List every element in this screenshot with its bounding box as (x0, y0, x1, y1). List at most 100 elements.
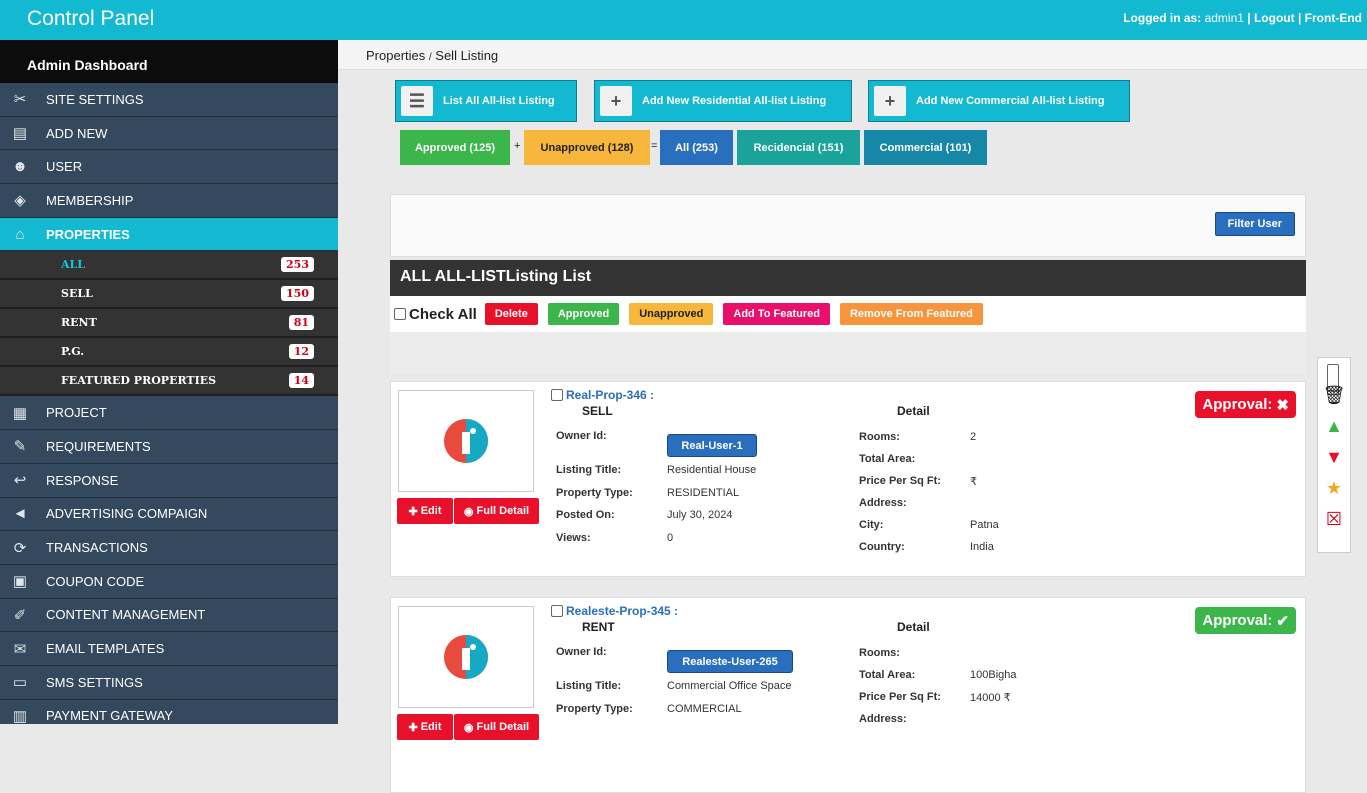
remove-featured-button[interactable]: Remove From Featured (839, 303, 983, 325)
filter-panel: Filter User (390, 194, 1306, 257)
commercial-stat-button[interactable]: Commercial (101) (864, 130, 987, 165)
email-icon: ✉ (13, 640, 27, 658)
sidebar-subitem-all[interactable]: ALL 253 (0, 251, 338, 281)
address-label: Address: (859, 497, 907, 509)
sidebar-item-site-settings[interactable]: ✂ SITE SETTINGS (0, 83, 338, 117)
unfeature-icon[interactable]: ☒ (1326, 510, 1342, 541)
sidebar-item-payment[interactable]: ▥ PAYMENT GATEWAY (0, 700, 338, 724)
home-icon: ⌂ (15, 225, 25, 243)
top-bar: Control Panel Logged in as: admin1 | Log… (0, 0, 1367, 40)
separator: | (1297, 11, 1302, 25)
listing-thumbnail[interactable] (398, 606, 534, 708)
approval-badge[interactable]: Approval: ✔ (1195, 607, 1296, 634)
rooms-label: Rooms: (859, 647, 900, 659)
list-all-button[interactable]: ☰ List All All-list Listing (395, 80, 577, 122)
sidebar-item-label: ADVERTISING COMPAIGN (46, 506, 208, 522)
listing-checkbox[interactable] (551, 389, 563, 401)
all-stat-button[interactable]: All (253) (660, 130, 733, 165)
sidebar-header[interactable]: Admin Dashboard (0, 40, 338, 83)
sidebar-item-coupon[interactable]: ▣ COUPON CODE (0, 565, 338, 599)
unapproved-stat-button[interactable]: Unapproved (128) (524, 130, 650, 165)
sidebar-item-user[interactable]: ☻ USER (0, 150, 338, 185)
user-edit-icon: ✚ (408, 505, 418, 518)
sidebar-item-content[interactable]: ✐ CONTENT MANAGEMENT (0, 599, 338, 633)
sidebar-item-advertising[interactable]: ◄ ADVERTISING COMPAIGN (0, 498, 338, 532)
unapproved-button[interactable]: Unapproved (629, 303, 714, 325)
listing-thumbnail[interactable] (398, 390, 534, 492)
sidebar-item-label: COUPON CODE (46, 573, 145, 589)
city-label: City: (859, 519, 884, 531)
edit-label: Edit (420, 721, 442, 733)
select-checkbox[interactable] (1326, 364, 1342, 395)
sidebar-item-transactions[interactable]: ⟳ TRANSACTIONS (0, 531, 338, 565)
thumbs-down-icon[interactable]: ▼ (1325, 448, 1343, 479)
owner-id-label: Owner Id: (556, 646, 607, 658)
edit-button[interactable]: ✚ Edit (397, 498, 453, 524)
add-file-icon: ▤ (12, 125, 28, 143)
sidebar-item-sms[interactable]: ▭ SMS SETTINGS (0, 666, 338, 700)
thumbs-up-icon[interactable]: ▲ (1325, 417, 1343, 448)
listing-title-value: Residential House (667, 464, 757, 476)
listing-type: RENT (582, 620, 615, 634)
approval-label: Approval: (1202, 612, 1273, 629)
app-title: Control Panel (27, 7, 155, 30)
sidebar-item-requirements[interactable]: ✎ REQUIREMENTS (0, 430, 338, 464)
payment-icon: ▥ (12, 707, 28, 724)
sidebar-item-label: PROJECT (46, 405, 107, 421)
residential-stat-button[interactable]: Recidencial (151) (737, 130, 860, 165)
sidebar-subitem-featured[interactable]: FEATURED PROPERTIES 14 (0, 367, 338, 397)
approved-button[interactable]: Approved (547, 303, 620, 325)
rooms-label: Rooms: (859, 431, 900, 443)
sidebar-item-add-new[interactable]: ▤ ADD NEW (0, 117, 338, 151)
owner-button[interactable]: Realeste-User-265 (667, 650, 793, 673)
add-residential-button[interactable]: + Add New Residential All-list Listing (594, 80, 852, 122)
sidebar-item-properties[interactable]: ⌂ PROPERTIES (0, 217, 338, 252)
sidebar-item-membership[interactable]: ◈ MEMBERSHIP (0, 184, 338, 218)
check-all[interactable]: Check All (394, 306, 477, 323)
trash-icon[interactable]: 🗑 (1323, 386, 1346, 417)
sidebar-item-label: SMS SETTINGS (46, 674, 143, 690)
sidebar-subitem-sell[interactable]: SELL 150 (0, 280, 338, 310)
owner-button[interactable]: Real-User-1 (667, 434, 757, 457)
add-residential-label: Add New Residential All-list Listing (642, 95, 827, 107)
sidebar-item-project[interactable]: ▦ PROJECT (0, 396, 338, 431)
content-icon: ✐ (13, 606, 27, 624)
logout-link[interactable]: Logout (1254, 11, 1295, 25)
property-type-label: Property Type: (556, 487, 633, 499)
floating-tools: 🗑 ▲ ▼ ★ ☒ (1317, 357, 1351, 553)
country-label: Country: (859, 541, 905, 553)
listing-id[interactable]: Realeste-Prop-345 : (551, 604, 678, 618)
property-type-value: COMMERCIAL (667, 703, 742, 715)
sidebar-item-response[interactable]: ↩ RESPONSE (0, 464, 338, 498)
full-detail-label: Full Detail (476, 721, 530, 733)
add-featured-button[interactable]: Add To Featured (723, 303, 830, 325)
add-commercial-button[interactable]: + Add New Commercial All-list Listing (868, 80, 1130, 122)
sidebar-subitem-pg[interactable]: P.G. 12 (0, 338, 338, 368)
plus-icon: + (874, 86, 906, 116)
username: admin1 (1204, 11, 1244, 25)
list-title: ALL ALL-LISTListing List (390, 260, 1306, 296)
delete-button[interactable]: Delete (484, 303, 538, 325)
edit-button[interactable]: ✚ Edit (397, 714, 453, 740)
filter-user-button[interactable]: Filter User (1214, 212, 1295, 236)
approval-badge[interactable]: Approval: ✖ (1195, 391, 1296, 418)
star-icon[interactable]: ★ (1326, 479, 1342, 510)
listing-id[interactable]: Real-Prop-346 : (551, 388, 654, 402)
sidebar-item-label: ADD NEW (46, 125, 108, 141)
full-detail-button[interactable]: ◉ Full Detail (454, 714, 539, 740)
check-all-checkbox[interactable] (394, 308, 406, 320)
breadcrumb-current: Sell Listing (435, 48, 499, 63)
listing-checkbox[interactable] (551, 605, 563, 617)
thumbs-down-icon: ✖ (1276, 396, 1289, 414)
sidebar-item-email[interactable]: ✉ EMAIL TEMPLATES (0, 632, 338, 666)
add-commercial-label: Add New Commercial All-list Listing (916, 95, 1105, 107)
count-badge: 81 (288, 315, 314, 331)
sidebar-subitem-rent[interactable]: RENT 81 (0, 309, 338, 339)
count-badge: 150 (281, 286, 314, 302)
full-detail-button[interactable]: ◉ Full Detail (454, 498, 539, 524)
frontend-link[interactable]: Front-End (1305, 11, 1362, 25)
subitem-label: P.G. (61, 345, 85, 359)
approved-stat-button[interactable]: Approved (125) (400, 130, 510, 165)
listing-type: SELL (582, 404, 613, 418)
breadcrumb-parent[interactable]: Properties (366, 48, 425, 63)
